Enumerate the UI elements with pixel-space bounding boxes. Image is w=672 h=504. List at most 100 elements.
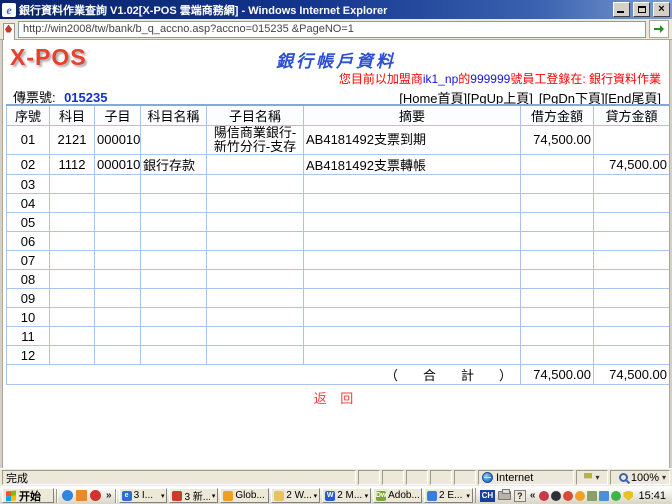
employee-number: 999999	[470, 72, 510, 86]
task-dropdown-icon[interactable]: ▾	[161, 492, 165, 500]
url-text: http://win2008/tw/bank/b_q_accno.asp?acc…	[23, 23, 354, 35]
cell-subitem	[95, 289, 141, 308]
cell-subitem_name	[207, 270, 304, 289]
taskbtn-word-group[interactable]: W2 M...▾	[322, 488, 371, 503]
table-row: 11	[7, 327, 670, 346]
cell-subject	[50, 308, 95, 327]
col-header-credit: 貸方金額	[594, 105, 670, 126]
table-row: 12	[7, 346, 670, 365]
start-button[interactable]: 开始	[2, 488, 54, 503]
zone-text: Internet	[496, 472, 533, 484]
language-indicator[interactable]: CH	[480, 490, 495, 502]
tray-qq-icon[interactable]	[551, 491, 561, 501]
task-dropdown-icon[interactable]: ▾	[212, 492, 216, 500]
task-buttons-area: e3 I...▾3 新...▾Glob...2 W...▾W2 M...▾DwA…	[119, 488, 473, 503]
cell-debit	[521, 346, 594, 365]
cell-subitem_name	[207, 289, 304, 308]
printer-tray-icon[interactable]	[498, 491, 511, 500]
task-dropdown-icon[interactable]: ▾	[365, 492, 369, 500]
start-label: 开始	[19, 488, 41, 504]
status-panel-2	[382, 470, 404, 485]
cell-subject_name	[141, 270, 207, 289]
table-row: 04	[7, 194, 670, 213]
cell-summary	[304, 232, 521, 251]
taskbtn-dreamweaver[interactable]: DwAdob...	[373, 488, 422, 503]
status-text: 完成	[6, 470, 28, 486]
task-dropdown-icon[interactable]: ▾	[466, 492, 470, 500]
taskbar-divider-2	[115, 489, 117, 503]
system-tray: CH ? « 15:41	[475, 488, 670, 503]
cell-summary	[304, 346, 521, 365]
zoom-level: 100%	[631, 472, 659, 484]
tray-network-icon[interactable]	[599, 491, 609, 501]
tray-collapse-chevron[interactable]: «	[529, 490, 537, 501]
login-part3: 號員工登錄在:	[510, 72, 589, 86]
internet-globe-icon	[482, 472, 493, 483]
minimize-button[interactable]	[613, 2, 630, 17]
col-header-subject_name: 科目名稱	[141, 105, 207, 126]
cell-subitem_name	[207, 251, 304, 270]
cell-debit	[521, 175, 594, 194]
go-button[interactable]	[649, 20, 669, 38]
mail-quicklaunch-icon[interactable]	[76, 490, 87, 501]
cell-credit	[594, 175, 670, 194]
page-content: X-POS 銀行帳戶資料 您目前以加盟商ik1_np的999999號員工登錄在:…	[2, 40, 670, 468]
cell-subject	[50, 194, 95, 213]
chat-app-icon	[223, 491, 233, 501]
zoom-panel[interactable]: 100% ▾	[610, 470, 670, 485]
table-row: 05	[7, 213, 670, 232]
col-header-subject: 科目	[50, 105, 95, 126]
taskbtn-global[interactable]: Glob...	[220, 488, 269, 503]
cell-credit	[594, 270, 670, 289]
qq-quicklaunch-icon[interactable]	[90, 490, 101, 501]
cell-subject	[50, 270, 95, 289]
taskbar: 开始 » e3 I...▾3 新...▾Glob...2 W...▾W2 M..…	[0, 486, 672, 504]
cell-subitem	[95, 213, 141, 232]
login-part2: 的	[458, 72, 470, 86]
task-button-label: 2 M...	[337, 490, 362, 501]
cell-subject_name	[141, 175, 207, 194]
quicklaunch-overflow-chevron[interactable]: »	[105, 490, 113, 501]
close-button[interactable]: ×	[653, 2, 670, 17]
cell-seq: 11	[7, 327, 50, 346]
cell-seq: 12	[7, 346, 50, 365]
taskbtn-news-group[interactable]: 3 新...▾	[169, 488, 218, 503]
col-header-subitem: 子目	[95, 105, 141, 126]
tray-ball-icon[interactable]	[539, 491, 549, 501]
url-input[interactable]: http://win2008/tw/bank/b_q_accno.asp?acc…	[18, 21, 646, 38]
cell-seq: 01	[7, 126, 50, 155]
task-dropdown-icon[interactable]: ▾	[314, 492, 318, 500]
tray-star-icon[interactable]	[575, 491, 585, 501]
maximize-button[interactable]	[633, 2, 650, 17]
tray-scheduler-icon[interactable]	[587, 491, 597, 501]
cell-subitem_name	[207, 232, 304, 251]
task-button-label: Adob...	[388, 490, 419, 501]
cell-subject: 2121	[50, 126, 95, 155]
total-row: （ 合 計 ） 74,500.00 74,500.00	[7, 365, 670, 385]
tray-qq2-icon[interactable]	[563, 491, 573, 501]
status-bar: 完成 Internet ▾ 100% ▾	[0, 468, 672, 486]
table-row: 012121000010陽信商業銀行-新竹分行-支存AB4181492支票到期7…	[7, 126, 670, 155]
cell-subject	[50, 289, 95, 308]
zoom-magnifier-icon	[619, 473, 628, 482]
tray-update-icon[interactable]	[611, 491, 621, 501]
task-button-label: 3 新...	[184, 488, 209, 503]
taskbtn-ie-group[interactable]: e3 I...▾	[119, 488, 168, 503]
browser-quicklaunch-icon[interactable]	[62, 490, 73, 501]
tray-security-shield-icon[interactable]	[623, 491, 633, 501]
taskbtn-excel-group[interactable]: 2 E...▾	[424, 488, 473, 503]
cell-summary	[304, 289, 521, 308]
back-link[interactable]: 返 回	[3, 388, 669, 407]
cell-credit	[594, 251, 670, 270]
module-name: 銀行資料作業	[589, 72, 661, 86]
address-bar: http://win2008/tw/bank/b_q_accno.asp?acc…	[0, 19, 672, 40]
table-row: 03	[7, 175, 670, 194]
protected-mode-panel[interactable]: ▾	[576, 470, 608, 485]
cell-subitem_name	[207, 346, 304, 365]
cell-subject_name	[141, 289, 207, 308]
help-tray-icon[interactable]: ?	[514, 490, 526, 502]
cell-subitem_name	[207, 194, 304, 213]
protected-mode-icon	[584, 473, 592, 482]
taskbtn-folder-group[interactable]: 2 W...▾	[271, 488, 320, 503]
cell-subitem	[95, 270, 141, 289]
